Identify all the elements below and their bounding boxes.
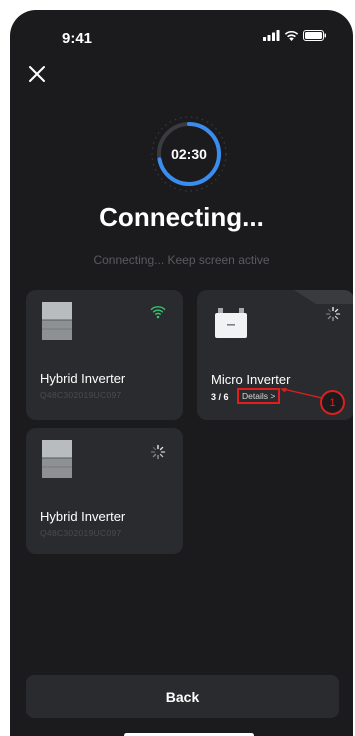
page-title: Connecting... xyxy=(99,202,264,232)
device-serial: Q48C302019UC097 xyxy=(40,390,122,400)
details-link[interactable]: Details > xyxy=(237,388,281,404)
cellular-signal-icon xyxy=(263,30,280,41)
micro-inverter-image xyxy=(215,308,247,338)
close-icon[interactable] xyxy=(26,63,48,85)
annotation-arrow xyxy=(280,388,323,399)
device-name: Hybrid Inverter xyxy=(40,371,126,386)
device-name: Hybrid Inverter xyxy=(40,509,126,524)
loading-spinner-icon xyxy=(150,444,166,460)
device-card-hybrid-inverter[interactable]: Hybrid Inverter Q48C302019UC097 xyxy=(26,290,183,420)
device-card-hybrid-inverter[interactable]: Hybrid Inverter Q48C302019UC097 xyxy=(26,428,183,554)
hybrid-inverter-image xyxy=(42,302,72,340)
page-subtitle: Connecting... Keep screen active xyxy=(93,253,270,267)
app-screen: 9:41 02:30 Connecting... Connecting... K… xyxy=(10,10,353,736)
device-name: Micro Inverter xyxy=(211,372,291,387)
device-serial: Q48C302019UC097 xyxy=(40,528,122,538)
wifi-connected-icon xyxy=(150,306,166,319)
back-button[interactable]: Back xyxy=(26,675,339,718)
status-bar: 9:41 xyxy=(10,10,353,50)
status-time: 9:41 xyxy=(62,30,93,47)
hybrid-inverter-image xyxy=(42,440,72,478)
card-corner-decoration xyxy=(294,290,353,304)
wifi-icon xyxy=(284,30,299,41)
loading-spinner-icon xyxy=(325,306,341,322)
system-icons xyxy=(263,30,327,41)
battery-icon xyxy=(303,30,326,41)
device-progress: 3 / 6 xyxy=(211,392,229,402)
countdown-timer: 02:30 xyxy=(171,146,207,162)
annotation-callout: 1 xyxy=(320,390,345,415)
